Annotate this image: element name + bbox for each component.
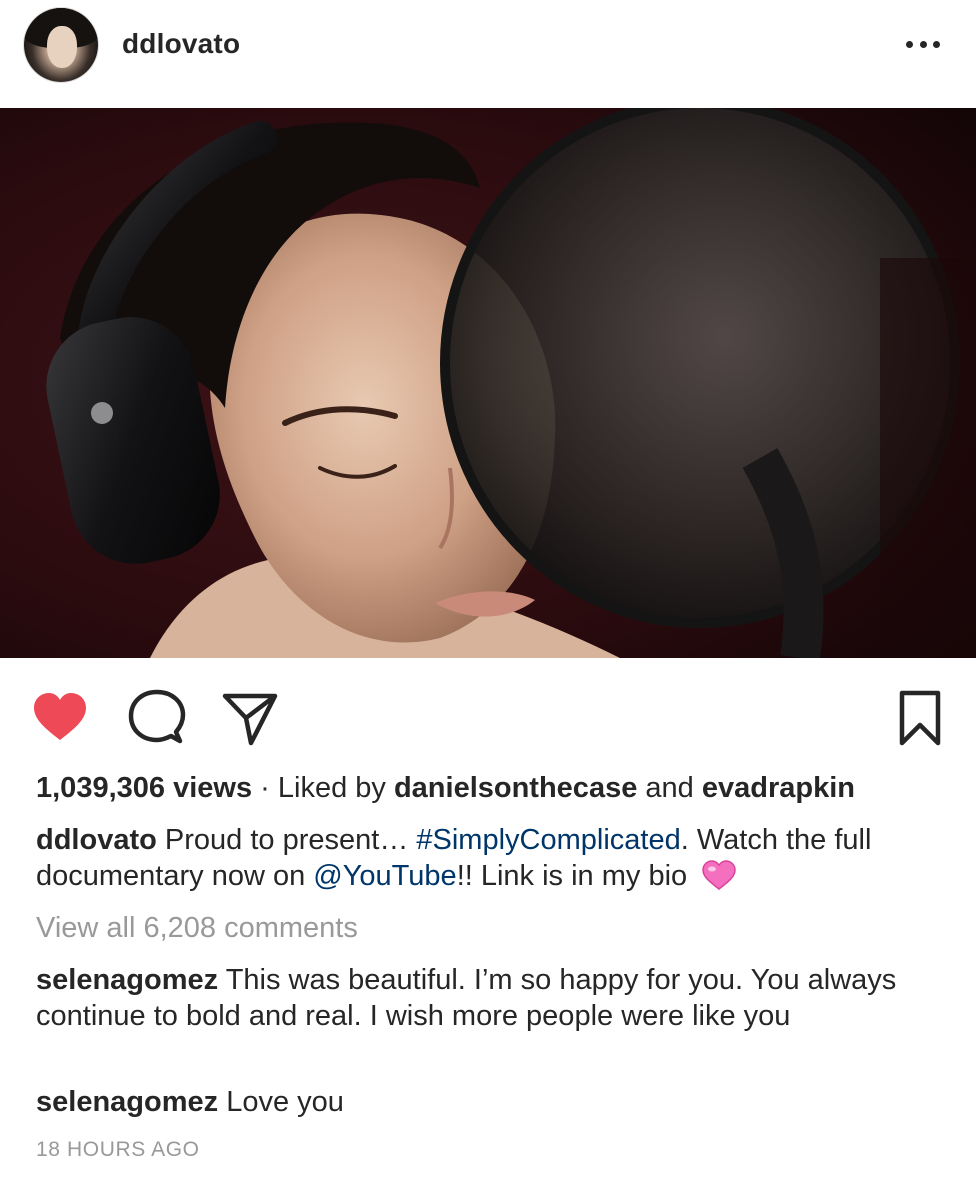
more-options-icon[interactable] [906,32,940,56]
post-username[interactable]: ddlovato [122,28,240,60]
liked-by-user[interactable]: danielsonthecase [394,772,637,804]
comment: selenagomez This was beautiful. I’m so h… [36,962,940,1034]
post-header: ddlovato [0,0,976,108]
likes-row: 1,039,306 views · Liked by danielsonthec… [36,770,940,806]
paper-plane-icon[interactable] [220,688,280,748]
instagram-post: ddlovato 1,039,306 views · Liked by dani… [0,0,976,1200]
caption-text: Proud to present… [164,824,409,856]
post-photo-image [0,108,976,658]
more-dot [906,40,913,48]
separator: · [260,772,270,804]
avatar[interactable] [24,8,98,82]
post-timestamp: 18 HOURS AGO [36,1138,200,1161]
heart-filled-icon[interactable] [30,688,90,748]
caption-username[interactable]: ddlovato [36,824,157,856]
caption: ddlovato Proud to present… #SimplyCompli… [36,822,940,894]
mention-link[interactable]: @YouTube [313,860,456,892]
liked-by-label: Liked by [277,772,386,804]
comment-username[interactable]: selenagomez [36,964,218,996]
more-dot [919,40,927,48]
more-dot [933,40,940,48]
comment: selenagomez Love you [36,1084,940,1120]
action-bar [0,658,976,766]
caption-text: !! Link is in my bio [456,860,688,892]
comment-icon[interactable] [126,688,186,748]
views-count[interactable]: 1,039,306 views [36,772,252,804]
pink-heart-emoji-icon [702,860,736,890]
bookmark-icon[interactable] [890,688,950,748]
view-all-comments-link[interactable]: View all 6,208 comments [36,910,940,946]
liked-by-and: and [645,772,694,804]
comment-text: Love you [226,1086,344,1118]
comment-username[interactable]: selenagomez [36,1086,218,1118]
post-photo[interactable] [0,108,976,658]
avatar-face [47,26,77,68]
liked-by-user[interactable]: evadrapkin [702,772,855,804]
hashtag-link[interactable]: #SimplyComplicated [416,824,680,856]
